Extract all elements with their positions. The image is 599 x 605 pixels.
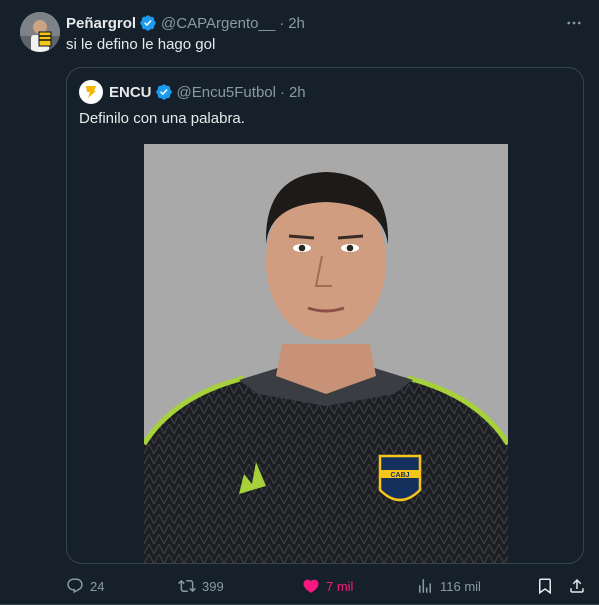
player-portrait-photo: CABJ xyxy=(144,144,508,563)
author-handle[interactable]: @CAPArgento__ xyxy=(161,15,275,32)
crest-badge-text: CABJ xyxy=(390,472,409,479)
views-count: 116 mil xyxy=(440,578,481,594)
quoted-tweet-timestamp[interactable]: 2h xyxy=(289,84,306,101)
heart-filled-icon xyxy=(303,579,319,593)
tweet-header: Peñargrol @CAPArgento__ · 2h xyxy=(66,13,583,33)
analytics-icon xyxy=(419,579,431,593)
tweet-text: si le defino le hago gol xyxy=(66,36,216,53)
separator-dot: · xyxy=(279,14,285,32)
author-avatar[interactable] xyxy=(20,12,60,52)
reply-icon xyxy=(67,578,83,594)
more-horizontal-icon xyxy=(567,21,581,25)
quoted-tweet[interactable]: ENCU @Encu5Futbol · 2h Definilo con una … xyxy=(66,67,584,564)
separator-dot: · xyxy=(279,83,285,101)
retweet-count: 399 xyxy=(202,578,224,594)
quoted-author-avatar[interactable] xyxy=(79,80,103,104)
like-button[interactable]: 7 mil xyxy=(302,577,410,595)
tweet[interactable]: Peñargrol @CAPArgento__ · 2h si le defin… xyxy=(0,0,599,605)
author-display-name[interactable]: Peñargrol xyxy=(66,15,136,32)
quoted-author-logo xyxy=(86,86,96,98)
verified-badge-icon[interactable] xyxy=(155,83,173,101)
views-button[interactable]: 116 mil xyxy=(416,577,524,595)
bookmark-icon xyxy=(539,578,551,595)
retweet-button[interactable]: 399 xyxy=(178,577,298,595)
quoted-tweet-text: Definilo con una palabra. xyxy=(79,110,245,127)
quoted-author-display-name[interactable]: ENCU xyxy=(109,84,152,101)
share-icon xyxy=(570,578,584,593)
like-count: 7 mil xyxy=(326,578,354,594)
tweet-timestamp[interactable]: 2h xyxy=(288,15,305,32)
quoted-tweet-header: ENCU @Encu5Futbol · 2h xyxy=(79,80,306,104)
author-avatar-image xyxy=(20,12,60,52)
quoted-tweet-image[interactable]: CABJ xyxy=(144,144,508,563)
reply-count: 24 xyxy=(90,578,105,594)
quoted-author-handle[interactable]: @Encu5Futbol xyxy=(177,84,276,101)
bookmark-button[interactable] xyxy=(536,577,554,595)
more-options-button[interactable] xyxy=(563,12,585,34)
verified-badge-icon[interactable] xyxy=(139,14,157,32)
share-button[interactable] xyxy=(568,577,586,595)
retweet-icon xyxy=(178,579,196,593)
action-bar: 24 399 7 mil 116 mil xyxy=(66,575,586,597)
reply-button[interactable]: 24 xyxy=(66,577,168,595)
